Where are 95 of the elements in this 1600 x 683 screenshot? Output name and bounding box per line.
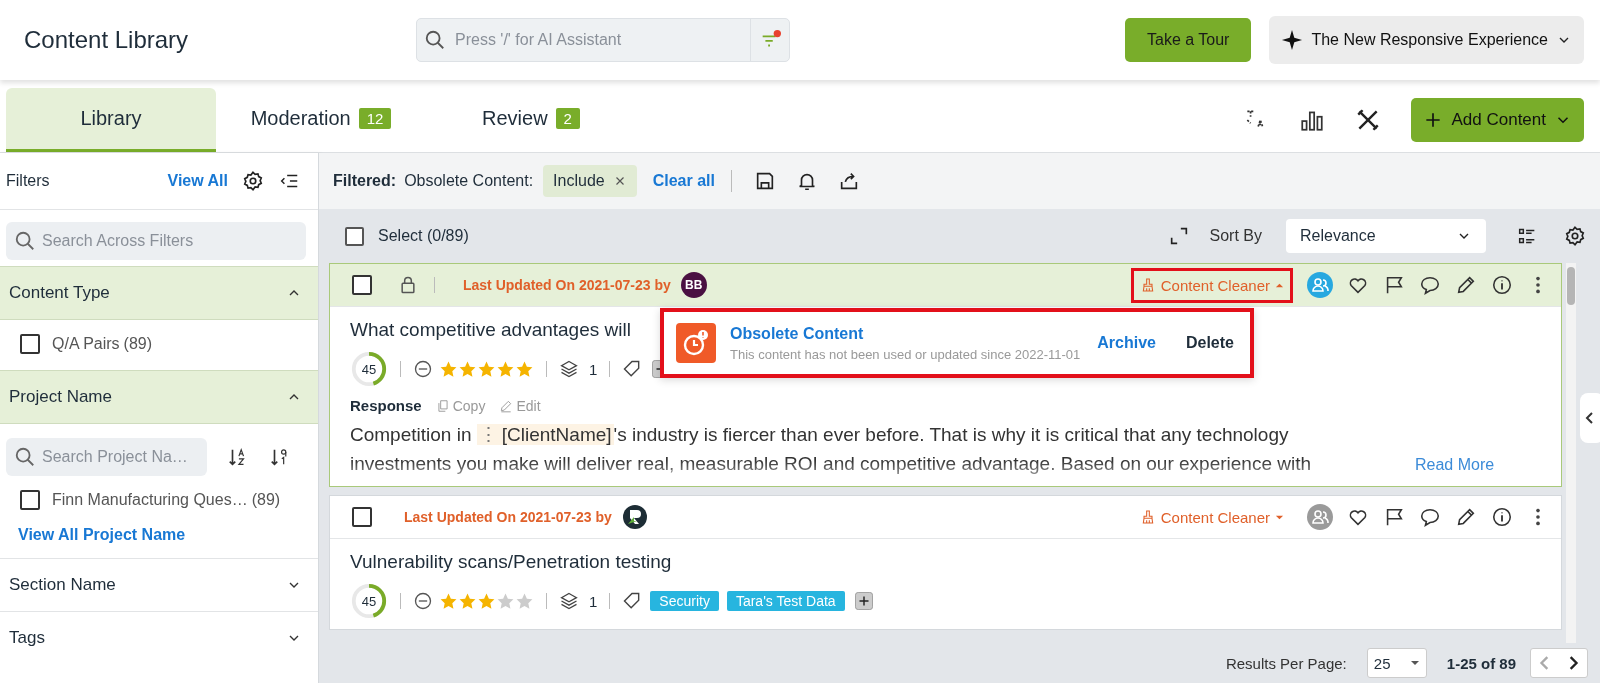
- clear-all-link[interactable]: Clear all: [652, 172, 715, 190]
- content-cleaner-button[interactable]: Content Cleaner: [1130, 499, 1293, 535]
- checkbox[interactable]: [20, 490, 40, 510]
- star-icon[interactable]: [515, 359, 534, 379]
- sort-dropdown[interactable]: Relevance: [1286, 219, 1486, 253]
- settings-icon[interactable]: [1564, 225, 1586, 247]
- info-icon[interactable]: [1491, 506, 1513, 528]
- version-count: 1: [589, 592, 598, 610]
- filters-title: Filters: [6, 172, 50, 190]
- delete-link[interactable]: Delete: [1185, 334, 1234, 352]
- content-card[interactable]: Last Updated On 2021-07-23 by Content Cleaner Vulnerability scans/Penetration testing 45 1 Security Tara's Test Data: [329, 495, 1562, 630]
- minus-circle-icon[interactable]: [413, 591, 433, 611]
- version-count: 1: [589, 360, 598, 378]
- results-per-page-label: Results Per Page:: [1225, 654, 1347, 672]
- card-checkbox[interactable]: [352, 507, 372, 527]
- copy-icon: [435, 398, 450, 413]
- view-all-project-link[interactable]: View All Project Name: [0, 518, 318, 550]
- page-range: 1-25 of 89: [1446, 654, 1516, 672]
- read-more-link[interactable]: Read More: [1415, 456, 1495, 478]
- score-ring: [350, 582, 388, 620]
- layers-icon: [559, 591, 579, 611]
- star-icon[interactable]: [515, 591, 534, 611]
- minus-circle-icon[interactable]: [413, 359, 433, 379]
- user-avatar: BB: [680, 272, 707, 298]
- settings-icon[interactable]: [242, 170, 264, 192]
- experience-dropdown[interactable]: The New Responsive Experience: [1269, 16, 1584, 64]
- page-title: Content Library: [24, 26, 190, 54]
- sort-by-label: Sort By: [1209, 227, 1262, 245]
- option-count: (89): [251, 491, 281, 509]
- filter-chip[interactable]: Include: [543, 165, 637, 197]
- project-search-field[interactable]: Search Project Na…: [6, 438, 207, 476]
- option-label: Finn Manufacturing Ques…: [52, 491, 248, 509]
- star-icon[interactable]: [496, 591, 515, 611]
- per-page-dropdown[interactable]: 25: [1366, 648, 1427, 678]
- scrollbar[interactable]: [1566, 263, 1576, 643]
- popup-description: This content has not been used or updated since 2022-11-01: [730, 346, 1078, 362]
- filter-section-header[interactable]: Section Name: [0, 558, 318, 611]
- last-updated-text: Last Updated On 2021-07-23 by: [463, 277, 671, 293]
- search-icon: [424, 29, 446, 51]
- response-label: Response: [350, 397, 422, 414]
- expand-panel-handle[interactable]: [1580, 393, 1600, 443]
- search-icon: [14, 446, 36, 468]
- add-tag-icon[interactable]: [854, 592, 873, 610]
- layers-icon: [559, 359, 579, 379]
- star-icon[interactable]: [458, 591, 477, 611]
- ai-search-field[interactable]: Press '/' for AI Assistant: [416, 18, 790, 62]
- option-count: (89): [123, 335, 153, 353]
- info-icon[interactable]: [1491, 274, 1513, 296]
- collaborators-icon[interactable]: [1307, 272, 1333, 298]
- star-icon[interactable]: [458, 359, 477, 379]
- archive-link[interactable]: Archive: [1097, 334, 1156, 352]
- score-value: 45: [360, 593, 378, 609]
- count-badge: 12: [358, 108, 392, 129]
- question-title[interactable]: Vulnerability scans/Penetration testing: [350, 551, 1543, 573]
- filtered-label: Filtered:: [333, 172, 397, 190]
- tab[interactable]: Review 2: [426, 88, 636, 152]
- filter-section-header[interactable]: Content Type: [0, 266, 318, 320]
- filter-section-header[interactable]: Project Name: [0, 370, 318, 424]
- filter-section-header[interactable]: Tags: [0, 611, 318, 664]
- pencil-icon: [499, 398, 514, 413]
- caret-icon: [1409, 658, 1420, 668]
- tab[interactable]: Library: [6, 88, 216, 152]
- filter-search-field[interactable]: Search Across Filters: [6, 222, 306, 260]
- response-text: Competition in ⋮ [ClientName]'s industry is fiercer than ever before. That is why it is critical that any technology investments you make will deliver real, measurable ROI and competitive advantage. Based on our experience with: [350, 423, 1313, 476]
- popup-title: Obsolete Content: [730, 324, 865, 343]
- edit-icon[interactable]: [1455, 506, 1477, 528]
- last-updated-text: Last Updated On 2021-07-23 by: [404, 509, 612, 525]
- star-icon[interactable]: [439, 359, 458, 379]
- count-badge: 2: [555, 108, 580, 129]
- star-rating[interactable]: [439, 591, 534, 611]
- option-label: Q/A Pairs: [52, 335, 120, 353]
- collaborators-icon[interactable]: [1307, 504, 1333, 530]
- tab[interactable]: Moderation 12: [216, 88, 426, 152]
- content-card[interactable]: [329, 263, 1562, 487]
- checkbox[interactable]: [20, 334, 40, 354]
- star-icon[interactable]: [496, 359, 515, 379]
- view-all-link[interactable]: View All: [167, 172, 228, 190]
- search-icon: [14, 230, 36, 252]
- star-rating[interactable]: [439, 359, 534, 379]
- select-all-checkbox[interactable]: [345, 226, 364, 246]
- avatar-icon: [621, 504, 648, 530]
- comment-icon[interactable]: [1419, 274, 1441, 296]
- take-a-tour-button[interactable]: Take a Tour: [1125, 18, 1252, 62]
- add-content-button[interactable]: Add Content: [1411, 98, 1584, 142]
- filter-name: Obsolete Content:: [404, 172, 534, 190]
- comment-icon[interactable]: [1419, 506, 1441, 528]
- card-checkbox[interactable]: [352, 275, 372, 295]
- select-count: Select (0/89): [378, 227, 469, 245]
- star-icon[interactable]: [477, 359, 496, 379]
- score-value: 45: [360, 361, 378, 377]
- star-icon[interactable]: [477, 591, 496, 611]
- edit-icon[interactable]: [1455, 274, 1477, 296]
- score-ring: [350, 350, 388, 388]
- star-icon[interactable]: [439, 591, 458, 611]
- clock-alert-icon: [676, 323, 716, 363]
